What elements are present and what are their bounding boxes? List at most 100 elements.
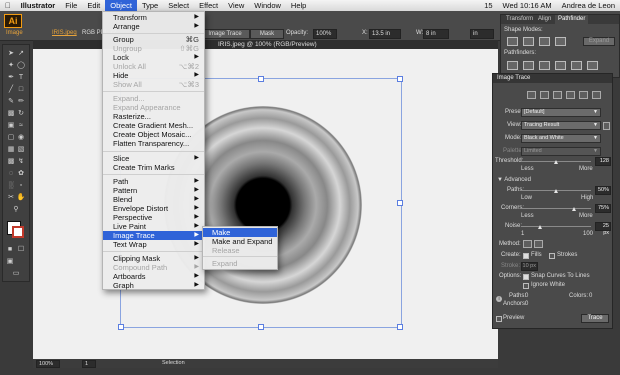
unite-icon[interactable] — [507, 37, 518, 46]
stroke-field[interactable]: 10 px — [521, 262, 538, 271]
menu-view[interactable]: View — [223, 0, 249, 11]
snap-curves-checkbox[interactable] — [523, 274, 529, 280]
menu-illustrator[interactable]: Illustrator — [16, 0, 61, 11]
noise-slider[interactable] — [521, 226, 591, 227]
outline-icon[interactable] — [571, 61, 582, 70]
menu-window[interactable]: Window — [249, 0, 286, 11]
menu-item-hide[interactable]: Hide ▶ — [103, 71, 204, 80]
eye-icon[interactable] — [603, 122, 610, 130]
paths-knob[interactable] — [554, 189, 558, 193]
selection-tool-icon[interactable]: ➤ — [6, 49, 16, 58]
menu-item-transform[interactable]: Transform ▶ — [103, 13, 204, 22]
trim-icon[interactable] — [523, 61, 534, 70]
menu-effect[interactable]: Effect — [194, 0, 223, 11]
menu-file[interactable]: File — [60, 0, 82, 11]
menu-help[interactable]: Help — [286, 0, 311, 11]
clock[interactable]: Wed 10:16 AM — [498, 0, 557, 11]
paths-field[interactable]: 50% — [595, 186, 611, 195]
bbox-handle[interactable] — [258, 324, 264, 330]
menu-item-rasterize[interactable]: Rasterize... — [103, 112, 204, 121]
minus-front-icon[interactable] — [523, 37, 534, 46]
width-tool-icon[interactable]: ≈ — [16, 121, 26, 130]
tab-align[interactable]: Align — [535, 15, 554, 24]
noise-knob[interactable] — [538, 225, 542, 229]
mode-select[interactable]: Black and White ▼ — [521, 134, 601, 143]
direct-selection-tool-icon[interactable]: ↗ — [16, 49, 26, 58]
menu-item-perspective[interactable]: Perspective ▶ — [103, 213, 204, 222]
palette-select[interactable]: Limited ▼ — [521, 147, 601, 156]
blend-tool-icon[interactable]: ◌ — [6, 169, 16, 178]
menu-item-flatten-transparency[interactable]: Flatten Transparency... — [103, 139, 204, 148]
battery-status[interactable]: 15 — [479, 0, 497, 11]
zoom-field[interactable]: 100% — [36, 360, 60, 368]
menu-item-blend[interactable]: Blend ▶ — [103, 195, 204, 204]
strokes-checkbox[interactable] — [549, 253, 555, 259]
magic-wand-icon[interactable]: ✦ — [6, 61, 16, 70]
doc-link[interactable]: IRIS.jpeg — [52, 30, 77, 36]
corners-slider[interactable] — [521, 208, 591, 209]
crop-icon[interactable] — [555, 61, 566, 70]
paintbrush-icon[interactable]: ✎ — [6, 97, 16, 106]
artboard-number-field[interactable]: 1 — [82, 360, 96, 368]
overlapping-method-icon[interactable] — [534, 240, 543, 248]
stroke-swatch[interactable] — [12, 226, 24, 238]
menu-item-expand[interactable]: Expand... — [103, 94, 204, 103]
menu-item-unlock-all[interactable]: Unlock All ⌥⌘2 — [103, 62, 204, 71]
threshold-field[interactable]: 128 — [595, 157, 611, 166]
trace-button[interactable]: Trace — [581, 314, 609, 323]
gradient-tool-icon[interactable]: ▩ — [6, 157, 16, 166]
threshold-knob[interactable] — [554, 160, 558, 164]
menu-item-text-wrap[interactable]: Text Wrap ▶ — [103, 240, 204, 249]
menu-edit[interactable]: Edit — [82, 0, 105, 11]
high-color-icon[interactable] — [540, 91, 549, 99]
zoom-tool-icon[interactable]: ⚲ — [11, 205, 21, 214]
menu-item-ungroup[interactable]: Ungroup ⇧⌘G — [103, 44, 204, 53]
corners-knob[interactable] — [572, 207, 576, 211]
document-tab[interactable]: IRIS.jpeg @ 100% (RGB/Preview) — [218, 41, 317, 48]
menu-item-clipping-mask[interactable]: Clipping Mask ▶ — [103, 254, 204, 263]
submenu-item-make[interactable]: Make — [203, 228, 277, 237]
w-field[interactable]: 8 in — [423, 29, 449, 39]
outline-icon[interactable] — [592, 91, 601, 99]
eraser-icon[interactable]: ▩ — [6, 109, 16, 118]
shape-builder-icon[interactable]: ◉ — [16, 133, 26, 142]
menu-object[interactable]: Object — [105, 0, 137, 11]
x-field[interactable]: 13.5 in — [369, 29, 401, 39]
pen-tool-icon[interactable]: ✒ — [6, 73, 16, 82]
view-select[interactable]: Tracing Result ▼ — [521, 121, 601, 130]
eyedropper-icon[interactable]: ↯ — [16, 157, 26, 166]
perspective-grid-icon[interactable]: ▦ — [6, 145, 16, 154]
rotate-tool-icon[interactable]: ↻ — [16, 109, 26, 118]
pencil-icon[interactable]: ✏ — [16, 97, 26, 106]
type-tool-icon[interactable]: T — [16, 73, 26, 82]
submenu-item-expand[interactable]: Expand — [203, 259, 277, 268]
bbox-handle[interactable] — [258, 76, 264, 82]
lasso-icon[interactable]: ◯ — [16, 61, 26, 70]
tab-transform[interactable]: Transform — [503, 15, 536, 24]
rectangle-tool-icon[interactable]: □ — [16, 85, 26, 94]
color-mode-icon[interactable]: ■ — [5, 245, 15, 254]
bbox-handle[interactable] — [397, 200, 403, 206]
menu-type[interactable]: Type — [137, 0, 163, 11]
none-mode-icon[interactable]: ☐ — [16, 245, 26, 254]
menu-item-path[interactable]: Path ▶ — [103, 177, 204, 186]
menu-select[interactable]: Select — [163, 0, 194, 11]
draw-normal-icon[interactable]: ▣ — [5, 257, 15, 266]
bbox-handle[interactable] — [397, 76, 403, 82]
line-tool-icon[interactable]: ╱ — [6, 85, 16, 94]
menu-item-expand-appearance[interactable]: Expand Appearance — [103, 103, 204, 112]
divide-icon[interactable] — [507, 61, 518, 70]
screen-mode-icon[interactable]: ▭ — [11, 269, 21, 278]
image-trace-button[interactable]: Image Trace — [200, 29, 250, 39]
menu-item-slice[interactable]: Slice ▶ — [103, 154, 204, 163]
opacity-field[interactable]: 100% — [313, 29, 337, 39]
menu-item-create-trim-marks[interactable]: Create Trim Marks — [103, 163, 204, 172]
menu-item-graph[interactable]: Graph ▶ — [103, 281, 204, 290]
bbox-handle[interactable] — [118, 324, 124, 330]
corners-field[interactable]: 75% — [595, 204, 611, 213]
symbol-sprayer-icon[interactable]: ✿ — [16, 169, 26, 178]
fills-checkbox[interactable] — [523, 253, 529, 259]
artboard-tool-icon[interactable]: ▫ — [16, 181, 26, 190]
mask-button[interactable]: Mask — [250, 29, 284, 39]
menu-item-group[interactable]: Group ⌘G — [103, 35, 204, 44]
